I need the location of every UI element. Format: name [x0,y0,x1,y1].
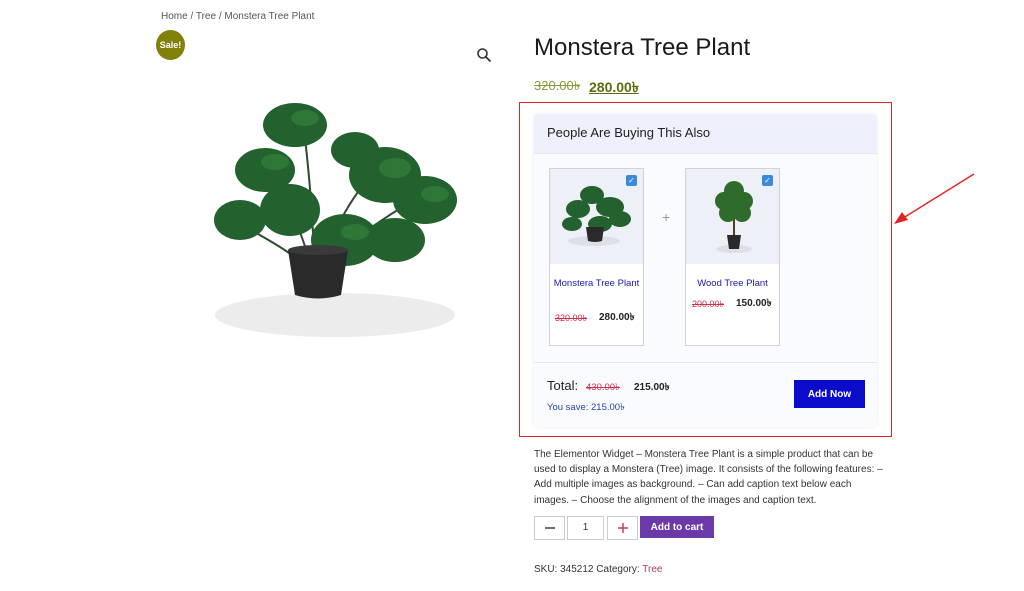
add-to-cart-button[interactable]: Add to cart [640,516,714,538]
product-meta: SKU: 345212 Category: Tree [534,564,662,575]
sku-label: SKU: [534,564,558,575]
search-zoom-icon[interactable] [476,47,492,63]
breadcrumb-tree[interactable]: Tree [196,11,216,22]
annotation-arrow-icon [894,173,975,224]
quantity-decrease-button[interactable] [534,516,565,540]
breadcrumb-home[interactable]: Home [161,11,188,22]
price-original: 320.00৳ [534,78,581,93]
highlight-box [519,102,892,437]
product-title: Monstera Tree Plant [534,34,751,61]
sku-value: 345212 [560,564,594,575]
plus-icon [617,523,628,533]
quantity-increase-button[interactable] [607,516,638,540]
breadcrumb-current: Monstera Tree Plant [224,11,315,22]
category-label: Category: [596,564,640,575]
breadcrumb: Home / Tree / Monstera Tree Plant [161,11,315,22]
quantity-input[interactable]: 1 [567,516,604,540]
minus-icon [544,527,555,529]
sale-badge: Sale! [156,30,185,60]
price-sale: 280.00৳ [589,79,639,95]
product-description: The Elementor Widget – Monstera Tree Pla… [534,449,883,506]
product-main-image[interactable] [195,90,495,350]
category-link[interactable]: Tree [642,564,662,575]
